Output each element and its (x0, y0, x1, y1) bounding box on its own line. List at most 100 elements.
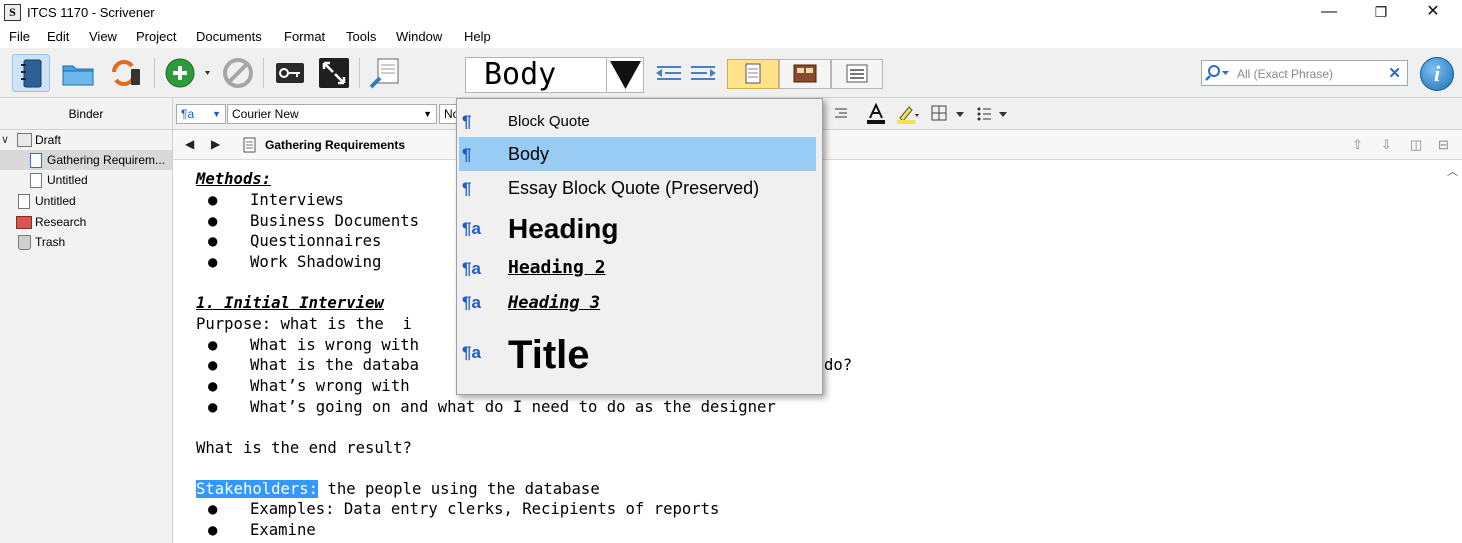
style-option-block-quote[interactable]: ¶ Block Quote (459, 104, 816, 138)
delete-button[interactable] (219, 54, 257, 92)
forward-arrow-icon[interactable]: ▶ (211, 137, 220, 151)
close-window-button[interactable]: ✕ (1410, 0, 1456, 26)
style-option-heading-2[interactable]: ¶a Heading 2 (459, 251, 816, 285)
binder-item-gathering-requirements[interactable]: Gathering Requirem... (0, 150, 172, 170)
inspector-button[interactable]: i (1420, 57, 1454, 91)
composition-mode-button[interactable] (315, 54, 353, 92)
project-search-box[interactable]: All (Exact Phrase) ✕ (1201, 60, 1408, 86)
editor-scrollbar[interactable]: ︿ (1443, 160, 1462, 543)
font-family-combo[interactable]: Courier New ▼ (227, 104, 437, 124)
sync-button[interactable] (106, 54, 144, 92)
paragraph-icon: ¶ (462, 179, 472, 198)
selected-text: Stakeholders: (196, 480, 319, 498)
outdent-button[interactable] (651, 54, 685, 92)
title-bar: S ITCS 1170 - Scrivener — ❐ ✕ (0, 0, 1462, 26)
bullet-line[interactable]: ● Examples: Data entry clerks, Recipients… (208, 499, 719, 519)
draft-folder-icon (17, 133, 32, 147)
view-outliner-button[interactable] (831, 59, 883, 89)
trash-icon (18, 235, 31, 250)
style-dropdown-menu: ¶ Block Quote ¶ Body ¶ Essay Block Quote… (456, 98, 823, 395)
list-icon[interactable] (975, 103, 1013, 125)
text-line[interactable]: What is the end result? (196, 438, 412, 458)
add-document-button[interactable] (162, 54, 216, 92)
menu-view[interactable]: View (89, 29, 117, 44)
style-selector[interactable]: Body (465, 57, 607, 93)
view-corkboard-button[interactable] (779, 59, 831, 89)
indent-icon (691, 66, 716, 80)
chevron-down-icon[interactable]: ∨ (0, 130, 10, 150)
quick-reference-button[interactable] (366, 54, 404, 92)
menu-documents[interactable]: Documents (196, 29, 262, 44)
minimize-button[interactable]: — (1306, 0, 1352, 26)
triangle-down-icon (610, 61, 641, 89)
editor-document-title[interactable]: Gathering Requirements (265, 138, 405, 152)
prohibited-icon (223, 58, 253, 88)
menu-project[interactable]: Project (136, 29, 176, 44)
style-option-title[interactable]: ¶a Title (459, 329, 816, 387)
binder-item-draft[interactable]: ∨ Draft (0, 130, 172, 150)
menu-window[interactable]: Window (396, 29, 442, 44)
menu-tools[interactable]: Tools (346, 29, 376, 44)
document-icon (18, 194, 30, 209)
text-line[interactable]: Methods: (196, 169, 271, 189)
outliner-icon (846, 64, 868, 83)
bullet-line[interactable]: ● What’s wrong with (208, 376, 410, 396)
menu-bar: File Edit View Project Documents Format … (0, 26, 1462, 48)
paragraph-style-icon: ¶a (462, 219, 481, 238)
folder-icon (62, 65, 94, 86)
clear-search-icon[interactable]: ✕ (1388, 64, 1401, 82)
menu-edit[interactable]: Edit (47, 29, 69, 44)
arrow-down-icon[interactable]: ⇩ (1381, 137, 1392, 153)
restore-button[interactable]: ❐ (1358, 0, 1404, 26)
main-toolbar: Body All (Exact Phrase) ✕ i (0, 48, 1462, 98)
table-icon[interactable] (930, 103, 968, 125)
bullet-line[interactable]: ● Work Shadowing (208, 252, 381, 272)
arrow-up-icon[interactable]: ⇧ (1352, 137, 1363, 153)
text-line-tail[interactable]: do? (824, 355, 852, 375)
toolbar-separator (263, 58, 264, 88)
back-arrow-icon[interactable]: ◀ (185, 137, 194, 151)
search-input[interactable]: All (Exact Phrase) (1237, 67, 1333, 81)
style-option-body[interactable]: ¶ Body (459, 137, 816, 171)
text-color-icon[interactable] (865, 103, 887, 125)
binder-item-trash[interactable]: Trash (0, 232, 172, 252)
highlight-icon[interactable] (895, 103, 919, 125)
style-option-heading[interactable]: ¶a Heading (459, 207, 816, 249)
indent-button[interactable] (687, 54, 721, 92)
keywords-button[interactable] (271, 54, 309, 92)
window-title: ITCS 1170 - Scrivener (27, 5, 155, 20)
bullet-line[interactable]: ● What is the databa (208, 355, 419, 375)
binder-item-untitled[interactable]: Untitled (0, 191, 172, 211)
research-folder-icon (16, 216, 32, 229)
bullet-line[interactable]: ● Interviews (208, 190, 344, 210)
bullet-line[interactable]: ● Questionnaires (208, 231, 381, 251)
menu-file[interactable]: File (9, 29, 30, 44)
split-horizontal-icon[interactable]: ⊟ (1438, 137, 1449, 153)
style-option-essay-block-quote[interactable]: ¶ Essay Block Quote (Preserved) (459, 171, 816, 205)
key-icon (276, 63, 304, 83)
add-icon (165, 58, 210, 88)
menu-help[interactable]: Help (464, 29, 491, 44)
binder-toggle-button[interactable] (12, 54, 50, 92)
view-scrivenings-button[interactable] (727, 59, 779, 89)
bullet-line[interactable]: ● Business Documents (208, 211, 419, 231)
menu-format[interactable]: Format (284, 29, 325, 44)
binder-item-untitled[interactable]: Untitled (0, 170, 172, 190)
bullet-line[interactable]: ● What’s going on and what do I need to d… (208, 397, 776, 417)
text-line[interactable]: Purpose: what is the i (196, 314, 412, 334)
split-vertical-icon[interactable]: ◫ (1410, 137, 1422, 153)
style-dropdown-button[interactable] (606, 57, 644, 93)
text-line[interactable]: 1. Initial Interview (196, 293, 384, 313)
paragraph-icon: ¶ (462, 145, 472, 164)
align-right-icon[interactable] (833, 106, 849, 122)
paragraph-style-combo[interactable]: ¶a ▼ (176, 104, 226, 124)
text-line[interactable]: Stakeholders: the people using the datab… (196, 479, 600, 499)
binder-item-research[interactable]: Research (0, 212, 172, 232)
binder-icon (21, 59, 42, 88)
bullet-line[interactable]: ● Examine (208, 520, 316, 540)
scroll-up-icon[interactable]: ︿ (1447, 163, 1458, 179)
collections-button[interactable] (59, 54, 97, 92)
quick-reference-icon (369, 58, 399, 89)
style-option-heading-3[interactable]: ¶a Heading 3 (459, 287, 816, 321)
bullet-line[interactable]: ● What is wrong with (208, 335, 419, 355)
